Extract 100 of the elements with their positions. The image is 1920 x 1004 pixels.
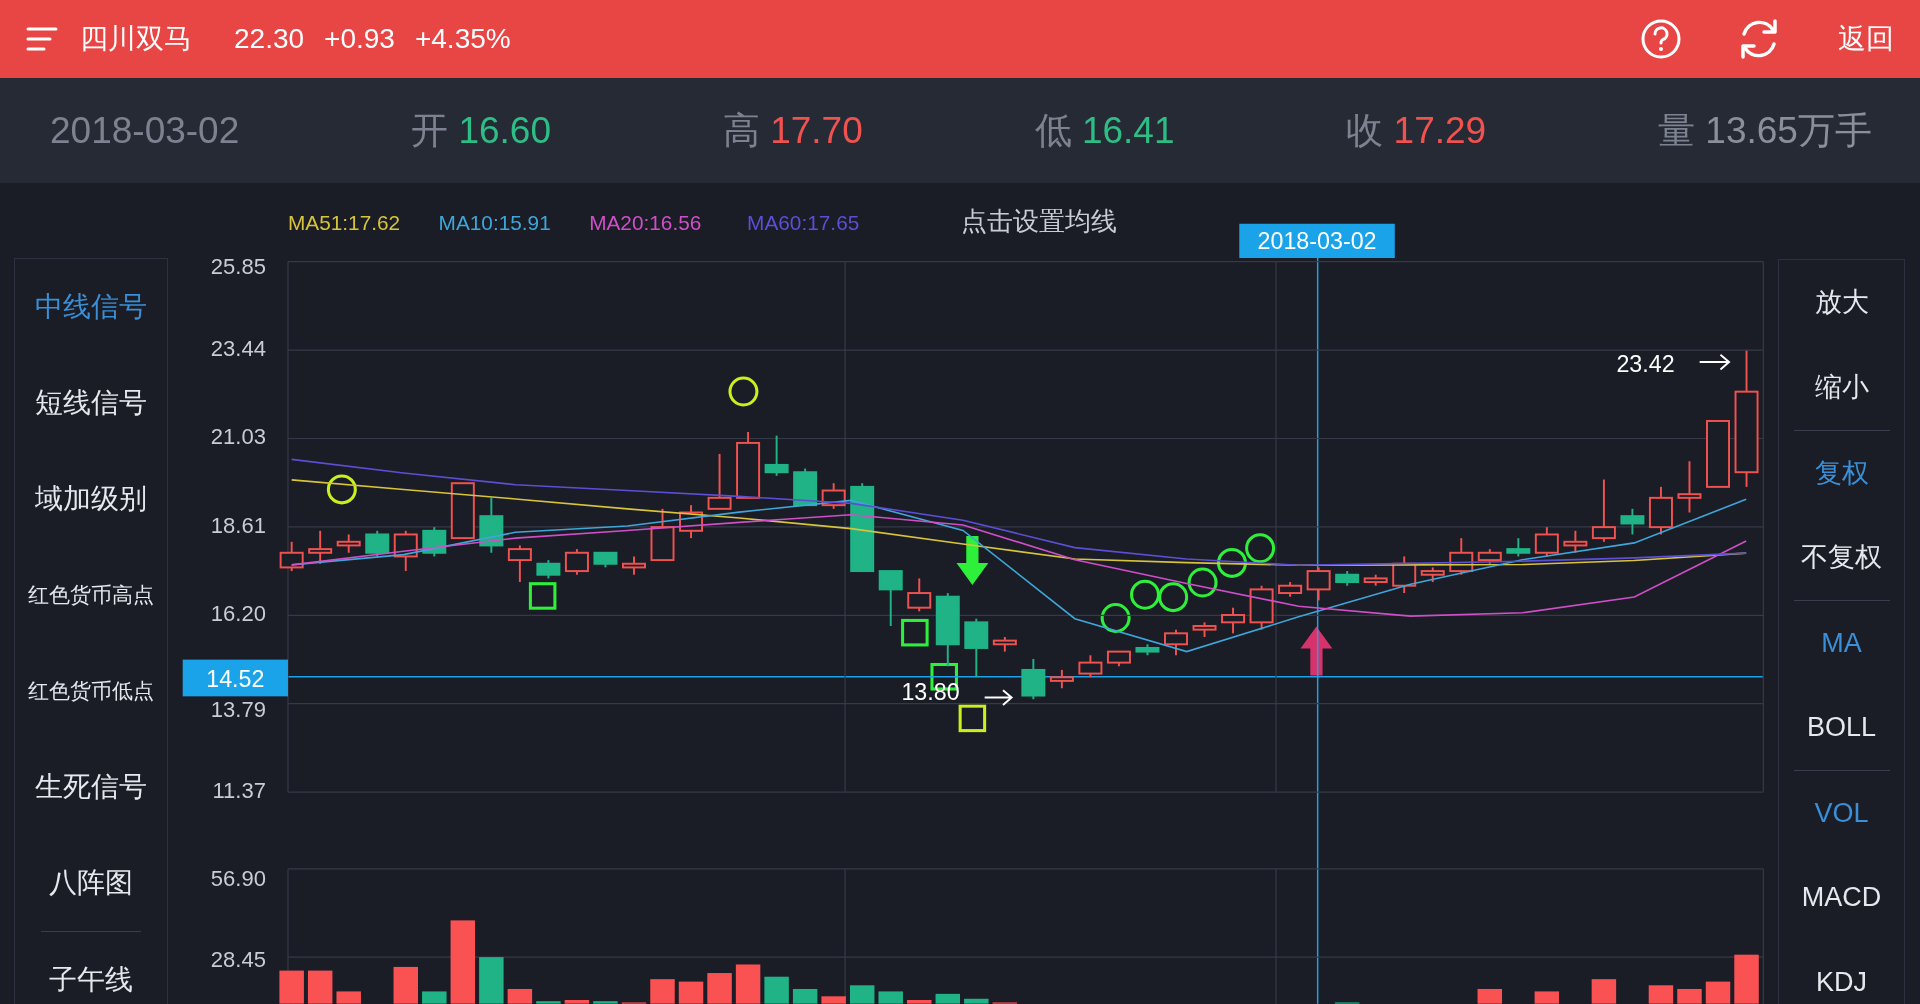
price-axis-label: 11.37 (212, 777, 266, 803)
signal-menu-item[interactable]: 红色货币低点 (15, 643, 167, 739)
tool-menu-item[interactable]: MA (1793, 600, 1890, 685)
volume-bar (792, 988, 818, 1004)
volume-bar (422, 991, 447, 1004)
tool-menu-item[interactable]: 复权 (1793, 430, 1890, 515)
tool-menu-item[interactable]: 缩小 (1793, 345, 1890, 430)
candlestick (679, 504, 704, 540)
price-axis-label: 13.79 (210, 696, 266, 722)
crosshair-date-tag: 2018-03-02 (1239, 223, 1395, 259)
candlestick (1049, 668, 1074, 690)
candlestick (1477, 548, 1502, 565)
candlestick (650, 507, 675, 562)
volume-bar (1477, 988, 1503, 1004)
crosshair-price-tag: 14.52 (182, 659, 288, 697)
volume-bar (479, 957, 504, 1004)
volume-bar (707, 973, 732, 1004)
volume-bar (1534, 991, 1560, 1004)
price-axis-label: 21.03 (210, 424, 266, 450)
menu-icon[interactable] (26, 26, 58, 52)
arrow-icon (983, 689, 1014, 706)
stock-price: 22.30 (234, 22, 305, 56)
help-icon[interactable] (1640, 18, 1682, 60)
volume-bar (764, 976, 789, 1004)
candlestick (1278, 581, 1303, 598)
candlestick (1620, 507, 1645, 536)
candlestick (1021, 657, 1046, 701)
candlestick (593, 551, 618, 569)
candlestick (1164, 628, 1188, 657)
candlestick (479, 496, 504, 554)
price-axis-label: 23.44 (210, 336, 266, 362)
volume-bar (1591, 979, 1617, 1004)
volume-bar (536, 1001, 561, 1004)
candlestick (1249, 584, 1274, 631)
quote-field: 量 13.65万手 (1658, 102, 1872, 159)
volume-bar (964, 998, 989, 1004)
candlestick (1135, 643, 1160, 657)
tool-menu-item[interactable]: KDJ (1793, 940, 1890, 1004)
candlestick (1192, 621, 1217, 638)
volume-axis-label: 56.90 (210, 866, 266, 892)
volume-axis-label: 28.45 (210, 946, 266, 972)
volume-bar (650, 979, 675, 1004)
high-price-marker: 23.42 (1616, 350, 1675, 377)
candlestick (736, 430, 761, 499)
tool-menu-item[interactable]: VOL (1793, 770, 1890, 855)
volume-bar (878, 991, 903, 1004)
volume-bar (307, 970, 333, 1004)
tool-menu-item[interactable]: 放大 (1793, 260, 1890, 345)
quote-field: 高 17.70 (722, 102, 863, 159)
ma-legend-label: MA10:15.91 (438, 210, 551, 234)
candlestick (1677, 460, 1702, 514)
low-price-marker: 13.80 (901, 679, 960, 705)
signal-menu-item[interactable]: 红色货币高点 (15, 547, 167, 643)
stock-name: 四川双马 (80, 22, 192, 56)
ma-legend-label: MA20:16.56 (589, 210, 702, 234)
quote-date: 2018-03-02 (50, 108, 240, 153)
volume-bar (678, 981, 704, 1004)
signal-menu-item[interactable]: 域加级别 (15, 451, 167, 547)
tool-menu-item[interactable]: MACD (1793, 855, 1890, 940)
candlestick (336, 533, 361, 554)
candlestick (1534, 526, 1559, 558)
tool-menu-item[interactable]: BOLL (1793, 685, 1890, 770)
candlestick (1706, 420, 1730, 488)
volume-bar (593, 1001, 618, 1004)
quote-field: 低 16.41 (1034, 102, 1175, 159)
signal-menu-item[interactable]: 短线信号 (15, 355, 167, 451)
volume-bar (564, 1000, 590, 1004)
tool-menu-item[interactable]: 不复权 (1793, 515, 1890, 600)
price-axis-label: 25.85 (210, 253, 266, 279)
volume-bar (336, 991, 361, 1004)
candlestick (1506, 537, 1531, 558)
volume-bar (507, 988, 533, 1004)
volume-bar (1648, 985, 1674, 1004)
candlestick (564, 548, 589, 576)
ma-setting-link[interactable]: 点击设置均线 (961, 206, 1118, 235)
candlestick (793, 467, 818, 507)
signal-menu-item[interactable]: 子午线 (41, 931, 141, 1004)
signal-menu-item[interactable]: 八阵图 (15, 835, 167, 931)
signal-menu-item[interactable]: 生死信号 (15, 739, 167, 835)
signal-menu-item[interactable]: 中线信号 (15, 259, 167, 355)
candlestick (1335, 570, 1360, 587)
ma-legend-label: MA60:17.65 (747, 210, 860, 234)
candlestick (622, 555, 646, 576)
price-axis-label: 16.20 (210, 601, 266, 627)
candlestick (1591, 478, 1616, 543)
volume-bar (821, 996, 846, 1004)
candlestick (1363, 573, 1388, 587)
candlestick (1392, 555, 1417, 594)
volume-bar (1677, 988, 1702, 1004)
candlestick (365, 529, 390, 558)
candlestick (1106, 650, 1131, 668)
candlestick (308, 529, 333, 565)
back-button[interactable]: 返回 (1838, 18, 1894, 60)
price-axis-label: 18.61 (210, 512, 266, 538)
candlestick (1306, 566, 1331, 602)
candlestick (1449, 537, 1474, 576)
candlestick (707, 452, 732, 510)
candlestick (878, 570, 903, 627)
quote-field: 开 16.60 (411, 102, 551, 159)
ma-legend-label: MA51:17.62 (288, 210, 401, 234)
